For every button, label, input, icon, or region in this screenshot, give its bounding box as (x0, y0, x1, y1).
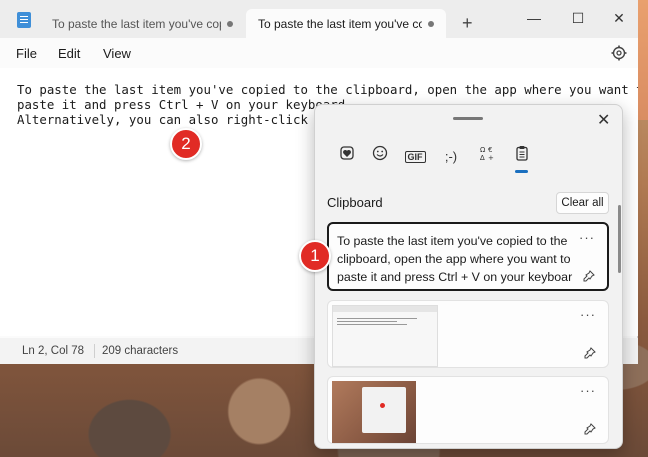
tab-kaomoji[interactable]: ;-) (439, 145, 463, 169)
tab-gif[interactable]: GIF (403, 145, 427, 169)
maximize-button[interactable]: ☐ (566, 8, 590, 28)
close-button[interactable]: ✕ (607, 8, 631, 28)
flyout-close-button[interactable]: ✕ (597, 110, 610, 130)
title-bar: To paste the last item you've copie To p… (0, 0, 638, 38)
minimize-button[interactable]: — (522, 8, 546, 28)
menu-edit[interactable]: Edit (58, 46, 80, 61)
active-tab-indicator (515, 170, 528, 173)
pin-icon[interactable] (583, 270, 595, 282)
unsaved-dot-icon (428, 20, 434, 27)
svg-text:€: € (488, 146, 492, 154)
thumbnail-marker (380, 403, 385, 408)
new-tab-button[interactable]: + (462, 14, 473, 32)
heart-emoji-icon (340, 146, 354, 160)
tab-clipboard[interactable] (510, 145, 534, 169)
tab-2[interactable]: To paste the last item you've copie (246, 9, 446, 38)
status-divider (94, 344, 95, 358)
menu-view[interactable]: View (103, 46, 131, 61)
svg-text:Ω: Ω (480, 146, 486, 154)
kaomoji-icon: ;-) (444, 149, 458, 164)
clipboard-item-text-content: To paste the last item you've copied to … (337, 234, 573, 284)
callout-marker-2: 2 (170, 128, 202, 160)
scrollbar[interactable] (618, 205, 621, 273)
notepad-app-icon (17, 12, 31, 28)
cursor-position: Ln 2, Col 78 (22, 345, 85, 357)
thumbnail-line (337, 318, 417, 319)
unsaved-dot-icon (227, 20, 233, 27)
clipboard-item-image-2[interactable]: ··· (327, 376, 609, 444)
tab-emoji-favorites[interactable] (335, 145, 359, 169)
callout-marker-1: 1 (299, 240, 331, 272)
thumbnail-titlebar (333, 306, 437, 312)
svg-text:+: + (488, 154, 494, 161)
gif-icon: GIF (404, 151, 426, 163)
smiley-icon (372, 145, 388, 161)
clipboard-item-image-1[interactable]: ··· (327, 300, 609, 368)
screenshot-thumbnail (332, 305, 438, 367)
clipboard-flyout: ✕ GIF ;-) Ω € ∆ + Clipboard Clear all To… (314, 104, 623, 449)
thumbnail-window (362, 387, 406, 433)
menu-file[interactable]: File (16, 46, 37, 61)
tab-symbols[interactable]: Ω € ∆ + (475, 145, 499, 169)
svg-text:∆: ∆ (479, 154, 485, 161)
thumbnail-line (337, 321, 397, 322)
gear-icon[interactable] (611, 45, 627, 61)
clipboard-icon (516, 146, 528, 161)
tab-emoji[interactable] (368, 145, 392, 169)
thumbnail-line (337, 324, 407, 325)
symbols-icon: Ω € ∆ + (479, 146, 494, 162)
screenshot-thumbnail (332, 381, 416, 443)
more-options-button[interactable]: ··· (579, 230, 595, 245)
character-count: 209 characters (102, 345, 179, 357)
drag-handle[interactable] (453, 117, 483, 120)
tab-1-label: To paste the last item you've copie (52, 16, 221, 31)
tab-2-label: To paste the last item you've copie (258, 16, 422, 31)
clear-all-button[interactable]: Clear all (556, 192, 609, 214)
more-options-button[interactable]: ··· (580, 307, 596, 322)
clipboard-section-title: Clipboard (327, 195, 383, 210)
pin-icon[interactable] (584, 347, 596, 359)
menu-bar: File Edit View (0, 38, 638, 68)
more-options-button[interactable]: ··· (580, 383, 596, 398)
clipboard-item-text[interactable]: To paste the last item you've copied to … (327, 222, 609, 291)
pin-icon[interactable] (584, 423, 596, 435)
tab-1[interactable]: To paste the last item you've copie (40, 9, 245, 38)
